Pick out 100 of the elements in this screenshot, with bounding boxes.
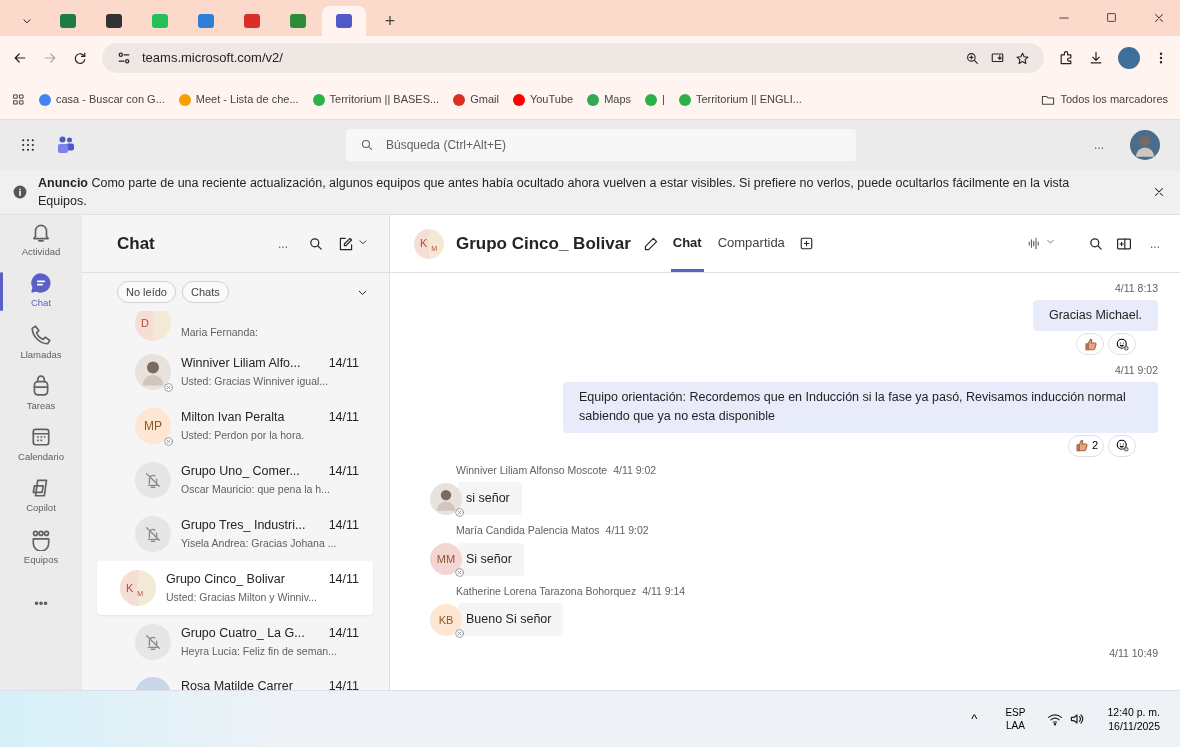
user-avatar[interactable]	[1130, 130, 1160, 160]
initials-avatar: MP	[135, 408, 171, 444]
rail-tab[interactable]: Tareas	[2, 374, 80, 413]
compose-icon	[338, 235, 354, 252]
message-bubble: Gracias Michael.	[1032, 299, 1158, 332]
contact-name: Grupo Cuatro_ La G...	[181, 625, 305, 643]
chat-time: 14/11	[328, 409, 359, 427]
reaction-button[interactable]: 2	[1067, 434, 1104, 457]
bookmark-link[interactable]: Territorium || BASES...	[312, 91, 440, 108]
chat-time: 14/11	[328, 355, 359, 373]
profile-avatar[interactable]	[1118, 47, 1140, 69]
more-button[interactable]: ...	[1088, 135, 1110, 155]
more-apps-button[interactable]: •••	[2, 593, 80, 614]
search-field[interactable]: Búsqueda (Ctrl+Alt+E)	[346, 129, 856, 161]
site-settings-icon[interactable]	[116, 50, 132, 66]
rail-tab[interactable]: Equipos	[2, 528, 80, 567]
pencil-icon[interactable]	[642, 235, 659, 252]
add-reaction-button[interactable]	[1108, 333, 1136, 356]
language-code: ESP	[1005, 706, 1026, 719]
rail-tab[interactable]: Calendario	[2, 426, 80, 465]
conversation-title: Grupo Cinco_ Bolivar	[456, 232, 631, 255]
back-icon[interactable]	[12, 50, 28, 66]
chat-list-item[interactable]: D Maria Fernanda:	[97, 311, 373, 345]
reload-icon[interactable]	[72, 50, 88, 66]
more-button[interactable]: ...	[272, 233, 294, 254]
message-time: 4/11 10:49	[1109, 646, 1158, 662]
search-icon[interactable]	[1088, 235, 1104, 252]
rail-tab[interactable]: Chat	[2, 272, 80, 311]
chat-list-item[interactable]: Grupo Cuatro_ La G... 14/11 Heyra Lucia: Feliz fin de seman...	[97, 615, 373, 669]
chat-time: 14/11	[328, 625, 359, 643]
add-tab-icon[interactable]	[798, 236, 814, 251]
bookmark-link[interactable]: YouTube	[512, 91, 574, 108]
add-reaction-icon	[1114, 336, 1130, 352]
bookmark-link[interactable]: Territorium || ENGLI...	[678, 91, 802, 108]
close-icon[interactable]	[1152, 185, 1166, 199]
add-reaction-icon	[1114, 438, 1130, 454]
app-launcher-icon[interactable]	[20, 137, 36, 153]
presence-icon	[454, 567, 465, 579]
chat-list-item[interactable]: Grupo Tres_ Industri... 14/11 Yisela Andrea: Gracias Johana ...	[97, 507, 373, 561]
show-hidden-icons-button[interactable]: ^	[965, 708, 984, 730]
phone-icon	[30, 323, 52, 346]
clock[interactable]: 12:40 p. m. 16/11/2025	[1101, 703, 1166, 735]
apps-icon[interactable]	[12, 93, 25, 106]
maximize-icon[interactable]	[1105, 11, 1118, 24]
all-bookmarks-link[interactable]: Todos los marcadores	[1041, 91, 1168, 108]
contact-name: Grupo Uno_ Comer...	[181, 463, 300, 481]
chat-time: 14/11	[328, 463, 359, 481]
filter-chip[interactable]: Chats	[182, 280, 229, 304]
download-icon[interactable]	[1088, 50, 1104, 66]
initials-avatar: MM	[430, 543, 462, 576]
bell-off-icon	[144, 525, 162, 543]
bookmark-link[interactable]: Gmail	[453, 91, 499, 108]
call-button[interactable]	[1027, 236, 1056, 251]
conversation-tab[interactable]: Chat	[670, 215, 704, 272]
conversation-tab[interactable]: Compartida	[715, 215, 787, 272]
rail-tab[interactable]: Llamadas	[2, 323, 80, 362]
presence-icon	[163, 382, 174, 393]
add-reaction-button[interactable]	[1108, 434, 1136, 457]
chat-heading: Chat	[117, 232, 155, 255]
wifi-icon[interactable]	[1047, 711, 1064, 727]
message-time: 4/11 9:14	[642, 584, 686, 597]
message-time: 4/11 9:02	[1115, 363, 1158, 379]
contact-name: Winniver Liliam Alfo...	[181, 355, 301, 373]
contact-name: Rosa Matilde Carrer	[181, 678, 293, 690]
people-logo-icon	[56, 135, 76, 155]
close-icon[interactable]	[1152, 11, 1166, 25]
message-bubble: si señor	[458, 482, 522, 516]
reaction-button[interactable]	[1076, 333, 1104, 356]
bookmark-link[interactable]: casa - Buscar con G...	[39, 91, 165, 108]
bookmark-link[interactable]: |	[645, 91, 665, 108]
bookmark-star-icon[interactable]	[1015, 50, 1030, 66]
group-avatar: D	[135, 311, 171, 341]
more-button[interactable]: ...	[1144, 233, 1166, 254]
browser-tab[interactable]	[322, 6, 366, 36]
bookmark-link[interactable]: Meet - Lista de che...	[178, 91, 299, 108]
new-chat-button[interactable]	[338, 235, 369, 252]
message-time: 4/11 9:02	[613, 463, 657, 476]
bell-off-icon	[144, 471, 162, 489]
info-icon	[12, 184, 28, 200]
chat-list-item[interactable]: Grupo Uno_ Comer... 14/11 Oscar Mauricio: que pena la h...	[97, 453, 373, 507]
extensions-icon[interactable]	[1058, 50, 1074, 66]
message-preview: Oscar Mauricio: que pena la h...	[181, 482, 331, 497]
clock-time: 12:40 p. m.	[1107, 704, 1160, 719]
rail-tab[interactable]: Copilot	[2, 477, 80, 516]
bookmark-link[interactable]: Maps	[587, 91, 632, 108]
chat-list-item[interactable]: MP Milton Ivan Peralta 14/11 Usted: Perdon por la hora.	[97, 399, 373, 453]
new-tab-button[interactable]: +	[368, 6, 412, 36]
url-text[interactable]: teams.microsoft.com/v2/	[142, 48, 283, 68]
rail-tab[interactable]: Actividad	[2, 221, 80, 260]
message-preview: Usted: Gracias Winniver igual...	[181, 374, 330, 389]
filter-chip[interactable]: No leído	[117, 280, 176, 304]
message-preview: Heyra Lucia: Feliz fin de seman...	[181, 644, 338, 659]
chat-list-item[interactable]: Winniver Liliam Alfo... 14/11 Usted: Gracias Winniver igual...	[97, 345, 373, 399]
message-time: 4/11 8:13	[1115, 281, 1158, 296]
thumbs-up-icon	[1082, 336, 1098, 352]
message-bubble: Si señor	[458, 542, 524, 576]
zoom-icon[interactable]	[965, 50, 980, 66]
search-icon[interactable]	[308, 235, 324, 252]
message-preview: Yisela Andrea: Gracias Johana ...	[181, 536, 338, 551]
language-indicator[interactable]: ESP LAA	[999, 705, 1032, 733]
